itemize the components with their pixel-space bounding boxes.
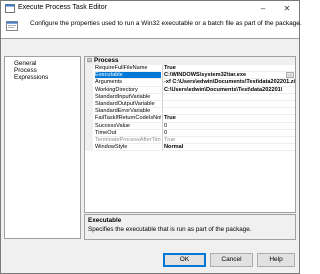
property-row-successvalue[interactable]: SuccessValue 0 — [85, 122, 295, 130]
page-list: General Process Expressions — [4, 56, 81, 239]
property-row-arguments[interactable]: Arguments -xf C:\Users\edwin\Documents\T… — [85, 79, 295, 87]
row-gutter — [85, 137, 93, 145]
category-header-process[interactable]: ⊟ Process — [85, 57, 295, 65]
property-row-failtaskifreturncode[interactable]: FailTaskIfReturnCodeIsNotSuccessValue Tr… — [85, 115, 295, 123]
column-divider — [162, 79, 163, 87]
row-gutter — [85, 144, 93, 152]
minimize-button[interactable]: – — [251, 1, 275, 16]
dialog-window: Execute Process Task Editor – ✕ Configur… — [0, 0, 302, 274]
property-name: StandardOutputVariable — [95, 101, 161, 109]
column-divider — [162, 129, 163, 137]
sidebar-item-process[interactable]: Process — [14, 67, 37, 74]
close-button[interactable]: ✕ — [275, 1, 299, 16]
property-name: FailTaskIfReturnCodeIsNotSuccessValue — [95, 115, 161, 123]
property-row-requirefullfilename[interactable]: RequireFullFileName True — [85, 65, 295, 73]
property-name: TerminateProcessAfterTimeOut — [95, 137, 161, 145]
column-divider — [162, 144, 163, 152]
row-gutter — [85, 79, 93, 87]
column-divider — [162, 115, 163, 123]
cancel-button[interactable]: Cancel — [210, 253, 253, 267]
row-gutter — [85, 86, 93, 94]
task-icon — [6, 21, 18, 31]
column-divider — [162, 86, 163, 94]
row-gutter — [85, 108, 93, 116]
app-icon — [5, 4, 15, 13]
property-value[interactable]: True — [164, 65, 295, 73]
header-banner: Configure the properties used to run a W… — [1, 16, 302, 39]
property-value[interactable] — [164, 108, 295, 116]
description-text: Specifies the executable that is run as … — [88, 226, 252, 233]
property-value[interactable]: -xf C:\Users\edwin\Documents\Test\data20… — [164, 79, 295, 87]
property-row-timeout[interactable]: TimeOut 0 — [85, 129, 295, 137]
ok-button[interactable]: OK — [163, 253, 206, 267]
property-name: Arguments — [95, 79, 161, 87]
description-title: Executable — [88, 217, 122, 224]
property-name: WindowStyle — [95, 144, 161, 152]
column-divider — [162, 93, 163, 101]
title-bar: Execute Process Task Editor – ✕ — [1, 1, 299, 16]
property-value[interactable] — [164, 101, 295, 109]
property-value[interactable]: True — [164, 137, 295, 145]
row-gutter — [85, 65, 93, 73]
row-gutter — [85, 93, 93, 101]
row-gutter — [85, 72, 93, 80]
property-name: StandardInputVariable — [95, 94, 161, 101]
row-gutter — [85, 122, 93, 130]
browse-button[interactable]: ... — [286, 72, 294, 79]
window-title: Execute Process Task Editor — [18, 4, 107, 11]
property-grid: ⊟ Process RequireFullFileName True Execu… — [84, 56, 296, 213]
column-divider — [162, 72, 163, 80]
property-row-executable[interactable]: Executable C:\WINDOWS\system32\tar.exe .… — [85, 72, 295, 80]
column-divider — [162, 137, 163, 145]
header-description: Configure the properties used to run a W… — [30, 20, 302, 27]
property-row-terminateprocessaftertimeout[interactable]: TerminateProcessAfterTimeOut True — [85, 137, 295, 145]
row-gutter — [85, 115, 93, 123]
category-label: Process — [94, 57, 119, 64]
property-value[interactable]: 0 — [164, 130, 295, 137]
row-gutter — [85, 101, 93, 109]
property-value[interactable]: Normal — [164, 144, 295, 152]
property-value[interactable]: True — [164, 115, 295, 123]
sidebar-item-general[interactable]: General — [14, 60, 36, 67]
property-name: SuccessValue — [95, 123, 161, 130]
property-value[interactable]: C:\WINDOWS\system32\tar.exe — [164, 72, 295, 80]
property-row-standardoutputvariable[interactable]: StandardOutputVariable — [85, 101, 295, 109]
property-row-workingdirectory[interactable]: WorkingDirectory C:\Users\edwin\Document… — [85, 86, 295, 94]
property-row-standardinputvariable[interactable]: StandardInputVariable — [85, 93, 295, 101]
property-description-panel: Executable Specifies the executable that… — [84, 214, 296, 240]
property-value[interactable] — [164, 94, 295, 101]
property-value[interactable]: 0 — [164, 123, 295, 130]
collapse-icon[interactable]: ⊟ — [87, 57, 92, 64]
property-row-windowstyle[interactable]: WindowStyle Normal — [85, 144, 295, 152]
column-divider — [162, 65, 163, 73]
property-name: Executable — [95, 72, 161, 80]
help-button[interactable]: Help — [257, 253, 295, 267]
property-name: StandardErrorVariable — [95, 108, 161, 116]
column-divider — [162, 108, 163, 116]
property-name: TimeOut — [95, 130, 161, 137]
sidebar-item-expressions[interactable]: Expressions — [14, 74, 48, 81]
property-name: RequireFullFileName — [95, 65, 161, 73]
property-row-standarderrorvariable[interactable]: StandardErrorVariable — [85, 108, 295, 116]
property-name: WorkingDirectory — [95, 87, 161, 94]
row-gutter — [85, 129, 93, 137]
column-divider — [162, 101, 163, 109]
property-value[interactable]: C:\Users\edwin\Documents\Test\data202201… — [164, 87, 295, 94]
column-divider — [162, 122, 163, 130]
